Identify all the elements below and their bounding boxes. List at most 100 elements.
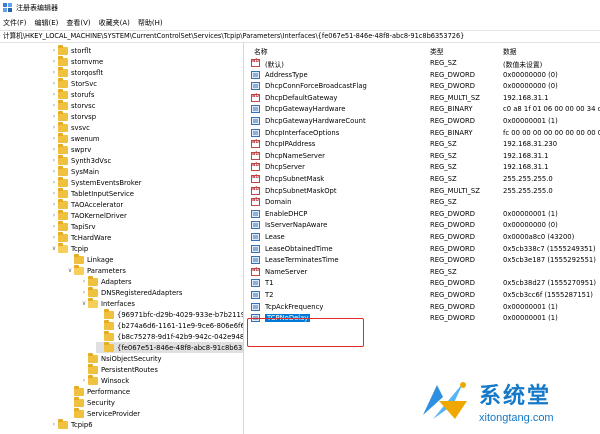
tree-node[interactable]: › stornvme xyxy=(50,55,103,67)
chevron-right-icon[interactable]: › xyxy=(50,421,58,428)
chevron-right-icon[interactable]: › xyxy=(50,47,58,54)
menu-edit[interactable]: 编辑(E) xyxy=(35,18,59,28)
tree-node[interactable]: › storvsc xyxy=(50,99,96,111)
column-data[interactable]: 数据 xyxy=(503,46,517,56)
chevron-right-icon[interactable]: › xyxy=(50,223,58,230)
tree-node[interactable]: › TapiSrv xyxy=(50,220,96,232)
value-row[interactable]: NameServer REG_SZ xyxy=(245,267,600,278)
tree-node[interactable]: › storflt xyxy=(50,44,91,56)
value-row[interactable]: TcpAckFrequency REG_DWORD 0x00000001 (1) xyxy=(245,302,600,313)
tree-node[interactable]: › storufs xyxy=(50,88,94,100)
menu-favorites[interactable]: 收藏夹(A) xyxy=(99,18,130,28)
value-row[interactable]: DhcpNameServer REG_SZ 192.168.31.1 xyxy=(245,151,600,162)
value-row[interactable]: T1 REG_DWORD 0x5cb38d27 (1555270951) xyxy=(245,278,600,289)
tree-node[interactable]: › TAOAccelerator xyxy=(50,198,123,210)
value-row[interactable]: LeaseObtainedTime REG_DWORD 0x5cb338c7 (15… xyxy=(245,244,600,255)
tree-node[interactable]: {b274a6d6-1161-11e9-9ce6-806e6f6e6963 xyxy=(96,319,243,331)
value-row[interactable]: EnableDHCP REG_DWORD 0x00000001 (1) xyxy=(245,209,600,220)
chevron-right-icon[interactable]: › xyxy=(80,289,88,296)
value-row[interactable]: LeaseTerminatesTime REG_DWORD 0x5cb3e187 (… xyxy=(245,255,600,266)
menu-help[interactable]: 帮助(H) xyxy=(138,18,163,28)
value-row[interactable]: T2 REG_DWORD 0x5cb3cc6f (1555287151) xyxy=(245,290,600,301)
chevron-right-icon[interactable]: › xyxy=(50,124,58,131)
value-row[interactable]: (默认) REG_SZ (数值未设置) xyxy=(245,58,600,69)
chevron-right-icon[interactable]: › xyxy=(50,113,58,120)
tree-node-label: storvsc xyxy=(71,101,96,110)
tree-node[interactable]: › SysMain xyxy=(50,165,99,177)
tree-node[interactable]: › swprv xyxy=(50,143,91,155)
chevron-right-icon[interactable]: › xyxy=(50,80,58,87)
tree-node[interactable]: ∨ Tcpip xyxy=(50,242,88,254)
chevron-right-icon[interactable]: › xyxy=(50,234,58,241)
tree-node-label: PersistentRoutes xyxy=(101,365,158,374)
brand-emblem-icon xyxy=(419,375,471,427)
value-row[interactable]: Lease REG_DWORD 0x0000a8c0 (43200) xyxy=(245,232,600,243)
tree-node[interactable]: ServiceProvider xyxy=(66,407,140,419)
chevron-right-icon[interactable]: › xyxy=(50,69,58,76)
chevron-right-icon[interactable]: › xyxy=(50,91,58,98)
tree-node[interactable]: NsiObjectSecurity xyxy=(80,352,162,364)
tree-node[interactable]: › SystemEventsBroker xyxy=(50,176,142,188)
value-row[interactable]: DhcpConnForceBroadcastFlag REG_DWORD 0x000… xyxy=(245,81,600,92)
value-row[interactable]: DhcpServer REG_SZ 192.168.31.1 xyxy=(245,162,600,173)
value-row[interactable]: DhcpInterfaceOptions REG_BINARY fc 00 00 0… xyxy=(245,128,600,139)
chevron-right-icon[interactable]: › xyxy=(50,58,58,65)
value-row[interactable]: DhcpSubnetMaskOpt REG_MULTI_SZ 255.255.255… xyxy=(245,186,600,197)
tree-node[interactable]: ∨ Parameters xyxy=(66,264,126,276)
tree-node[interactable]: Linkage xyxy=(66,253,113,265)
value-type: REG_SZ xyxy=(430,140,457,149)
tree-node[interactable]: › svsvc xyxy=(50,121,90,133)
value-row[interactable]: DhcpSubnetMask REG_SZ 255.255.255.0 xyxy=(245,174,600,185)
tree-node[interactable]: ∨ Interfaces xyxy=(80,297,135,309)
value-row[interactable]: DhcpDefaultGateway REG_MULTI_SZ 192.168.31… xyxy=(245,93,600,104)
key-tree-pane[interactable]: › storflt › stornvme › storqosflt › StorSvc › sto… xyxy=(0,43,244,434)
tree-node[interactable]: › storvsp xyxy=(50,110,96,122)
column-name[interactable]: 名称 xyxy=(254,46,268,56)
folder-icon xyxy=(104,308,114,319)
chevron-down-icon[interactable]: ∨ xyxy=(66,267,74,274)
chevron-right-icon[interactable]: › xyxy=(80,278,88,285)
tree-node[interactable]: › TabletInputService xyxy=(50,187,134,199)
chevron-right-icon[interactable]: › xyxy=(50,135,58,142)
chevron-right-icon[interactable]: › xyxy=(50,212,58,219)
value-row[interactable]: DhcpGatewayHardwareCount REG_DWORD 0x00000… xyxy=(245,116,600,127)
value-row[interactable]: DhcpGatewayHardware REG_BINARY c0 a8 1f 01… xyxy=(245,104,600,115)
chevron-right-icon[interactable]: › xyxy=(50,157,58,164)
tree-node[interactable]: {96971bfc-d29b-4029-933e-b7b21191e3a9 xyxy=(96,308,243,320)
chevron-right-icon[interactable]: › xyxy=(50,201,58,208)
tree-node[interactable]: › swenum xyxy=(50,132,100,144)
tree-node[interactable]: › Adapters xyxy=(80,275,132,287)
registry-editor-window: 注册表编辑器 文件(F) 编辑(E) 查看(V) 收藏夹(A) 帮助(H) 计算… xyxy=(0,0,600,434)
value-row[interactable]: DhcpIPAddress REG_SZ 192.168.31.230 xyxy=(245,139,600,150)
menu-file[interactable]: 文件(F) xyxy=(3,18,27,28)
tree-node[interactable]: › Winsock xyxy=(80,374,129,386)
tree-node[interactable]: › storqosflt xyxy=(50,66,103,78)
chevron-right-icon[interactable]: › xyxy=(80,377,88,384)
chevron-right-icon[interactable]: › xyxy=(50,179,58,186)
tree-node[interactable]: › StorSvc xyxy=(50,77,97,89)
tree-node[interactable]: Security xyxy=(66,396,115,408)
column-type[interactable]: 类型 xyxy=(430,46,444,56)
tree-node[interactable]: Performance xyxy=(66,385,130,397)
menu-view[interactable]: 查看(V) xyxy=(66,18,90,28)
tree-node[interactable]: {fe067e51-846e-48f8-abc8-91c8b6353726} xyxy=(96,341,243,353)
tree-node[interactable]: › DNSRegisteredAdapters xyxy=(80,286,182,298)
tree-node[interactable]: › TcHardWare xyxy=(50,231,111,243)
tree-node[interactable]: › Tcpip6 xyxy=(50,418,93,430)
tree-node[interactable]: › Synth3dVsc xyxy=(50,154,111,166)
address-bar[interactable]: 计算机\HKEY_LOCAL_MACHINE\SYSTEM\CurrentCon… xyxy=(0,30,600,43)
chevron-right-icon[interactable]: › xyxy=(50,190,58,197)
chevron-down-icon[interactable]: ∨ xyxy=(50,245,58,252)
value-row[interactable]: AddressType REG_DWORD 0x00000000 (0) xyxy=(245,70,600,81)
value-row[interactable]: Domain REG_SZ xyxy=(245,197,600,208)
tree-node[interactable]: PersistentRoutes xyxy=(80,363,158,375)
folder-icon xyxy=(74,396,84,407)
chevron-right-icon[interactable]: › xyxy=(50,102,58,109)
value-row[interactable]: IsServerNapAware REG_DWORD 0x00000000 (0) xyxy=(245,220,600,231)
chevron-right-icon[interactable]: › xyxy=(50,168,58,175)
tree-node[interactable]: {b8c75278-9d1f-42b9-942c-042e9480916d xyxy=(96,330,243,342)
tree-node[interactable]: › TAOKernelDriver xyxy=(50,209,127,221)
chevron-right-icon[interactable]: › xyxy=(50,146,58,153)
chevron-down-icon[interactable]: ∨ xyxy=(80,300,88,307)
binary-value-icon xyxy=(251,302,260,311)
